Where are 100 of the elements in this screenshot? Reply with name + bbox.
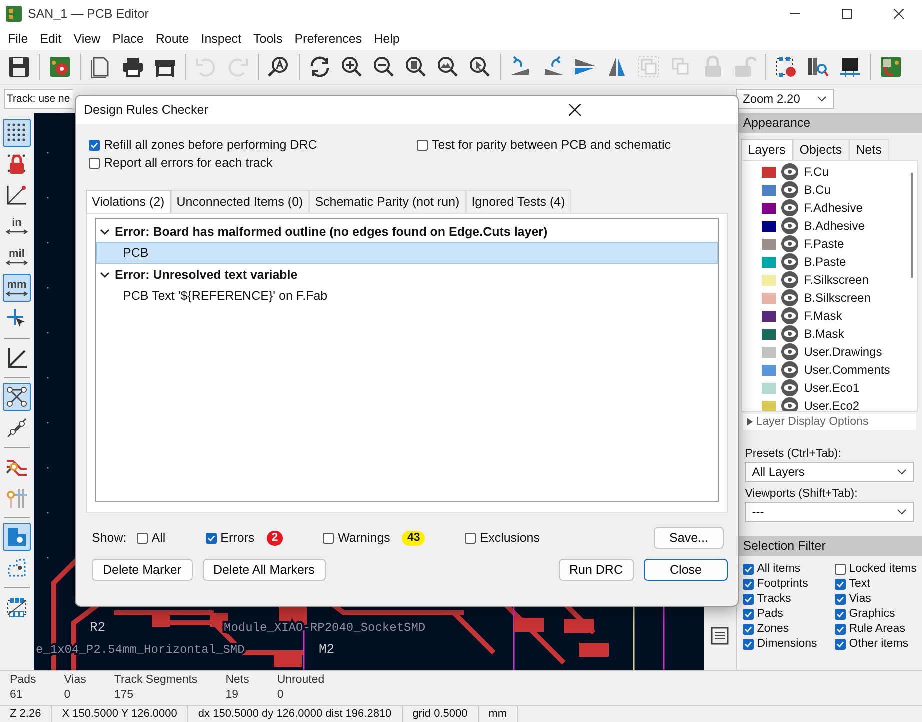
layer-swatch[interactable] [762,238,776,250]
tab[interactable]: Unconnected Items (0) [170,190,310,213]
checkbox-label[interactable]: Dimensions [757,638,818,650]
layer-name[interactable]: B.Silkscreen [804,291,871,305]
panel-tab[interactable]: Layers [741,139,793,160]
layer-name[interactable]: B.Adhesive [804,219,865,233]
layer-swatch[interactable] [762,310,776,322]
layer-display-options-toggle[interactable]: Layer Display Options [743,414,916,430]
dialog-button[interactable]: Run DRC [558,559,634,581]
panel-tab[interactable]: Nets [849,139,889,160]
menu-item[interactable]: Route [150,30,196,48]
dialog-button[interactable]: Delete Marker [92,559,192,581]
checkbox[interactable] [89,140,100,150]
layer-swatch[interactable] [762,328,776,340]
presets-dropdown[interactable]: All Layers [745,462,914,482]
grid-dots-icon[interactable] [2,119,31,147]
eye-icon[interactable] [781,217,800,235]
list-icon[interactable] [710,626,730,646]
checkbox-label[interactable]: Refill all zones before performing DRC [104,138,318,152]
eye-icon[interactable] [781,397,800,411]
zone-fill-icon[interactable] [2,523,31,551]
menu-item[interactable]: Edit [34,30,68,48]
violation-title[interactable]: Error: Unresolved text variable [115,268,298,282]
tab[interactable]: Schematic Parity (not run) [309,190,466,213]
units-button[interactable]: mm [2,274,31,302]
checkbox[interactable] [743,624,754,634]
violation-title[interactable]: Error: Board has malformed outline (no edges found on Edge.Cuts layer) [115,224,548,238]
menu-item[interactable]: Inspect [195,30,248,48]
checkbox-label[interactable]: Errors [220,531,255,545]
checkbox-label[interactable]: Graphics [849,608,896,620]
menu-item[interactable]: View [68,30,107,48]
tab[interactable]: Ignored Tests (4) [466,190,572,213]
checkbox-label[interactable]: Zones [757,623,790,635]
layer-swatch[interactable] [762,166,776,178]
layer-swatch[interactable] [762,202,776,214]
layer-name[interactable]: F.Paste [804,237,844,251]
units-button[interactable]: in [2,212,31,240]
checkbox-label[interactable]: Warnings [338,531,390,545]
units-button[interactable]: mil [2,243,31,271]
layer-name[interactable]: User.Drawings [804,345,882,359]
checkbox[interactable] [835,608,846,620]
layer-name[interactable]: User.Comments [804,363,890,377]
chevron-icon[interactable] [100,228,110,236]
eye-icon[interactable] [781,163,800,181]
checkbox[interactable] [743,638,754,650]
layer-swatch[interactable] [762,382,776,394]
eye-icon[interactable] [781,325,800,343]
checkbox-label[interactable]: All [152,531,166,545]
violation-item[interactable]: PCB [96,242,718,264]
checkbox[interactable] [743,594,754,604]
eye-icon[interactable] [781,235,800,253]
chevron-icon[interactable] [100,270,110,278]
dialog-button[interactable]: Delete All Markers [202,559,326,581]
checkbox[interactable] [835,624,846,634]
menu-item[interactable]: Place [106,30,150,48]
checkbox-label[interactable]: Vias [849,593,872,605]
layer-swatch[interactable] [762,256,776,268]
layer-name[interactable]: F.Cu [804,165,829,179]
checkbox[interactable] [206,532,217,544]
eye-icon[interactable] [781,343,800,361]
checkbox-label[interactable]: Report all errors for each track [104,156,273,170]
eye-icon[interactable] [781,307,800,325]
layer-swatch[interactable] [762,292,776,304]
checkbox[interactable] [835,564,846,574]
checkbox[interactable] [835,578,846,590]
violation-item[interactable]: PCB Text '${REFERENCE}' on F.Fab [96,285,718,307]
ratsnest-icon[interactable] [2,383,31,411]
checkbox[interactable] [743,564,754,574]
checkbox-label[interactable]: Test for parity between PCB and schematic [432,138,672,152]
checkbox-label[interactable]: Pads [757,608,784,620]
checkbox-label[interactable]: Other items [849,638,909,650]
layer-name[interactable]: User.Eco1 [804,381,860,395]
layer-name[interactable]: B.Paste [804,255,846,269]
layer-name[interactable]: F.Mask [804,309,842,323]
checkbox[interactable] [323,532,334,544]
eye-icon[interactable] [781,253,800,271]
eye-icon[interactable] [781,271,800,289]
checkbox[interactable] [89,158,100,168]
menu-item[interactable]: Preferences [288,30,368,48]
menu-item[interactable]: Help [368,30,406,48]
checkbox-label[interactable]: All items [757,563,801,575]
checkbox[interactable] [743,608,754,620]
checkbox[interactable] [835,638,846,650]
layer-swatch[interactable] [762,364,776,376]
eye-icon[interactable] [781,199,800,217]
layer-name[interactable]: B.Mask [804,327,844,341]
layer-name[interactable]: User.Eco2 [804,399,860,411]
tab[interactable]: Violations (2) [86,190,171,213]
layer-swatch[interactable] [762,274,776,286]
checkbox-label[interactable]: Text [849,578,870,590]
checkbox[interactable] [136,532,148,544]
layer-name[interactable]: F.Silkscreen [804,273,869,287]
layer-swatch[interactable] [762,220,776,232]
viewports-dropdown[interactable]: --- [745,502,914,522]
checkbox[interactable] [417,140,428,150]
zoom-dropdown[interactable]: Zoom 2.20 [736,89,834,109]
layer-swatch[interactable] [762,346,776,358]
eye-icon[interactable] [781,379,800,397]
menu-item[interactable]: File [2,30,34,48]
checkbox-label[interactable]: Exclusions [480,531,540,545]
